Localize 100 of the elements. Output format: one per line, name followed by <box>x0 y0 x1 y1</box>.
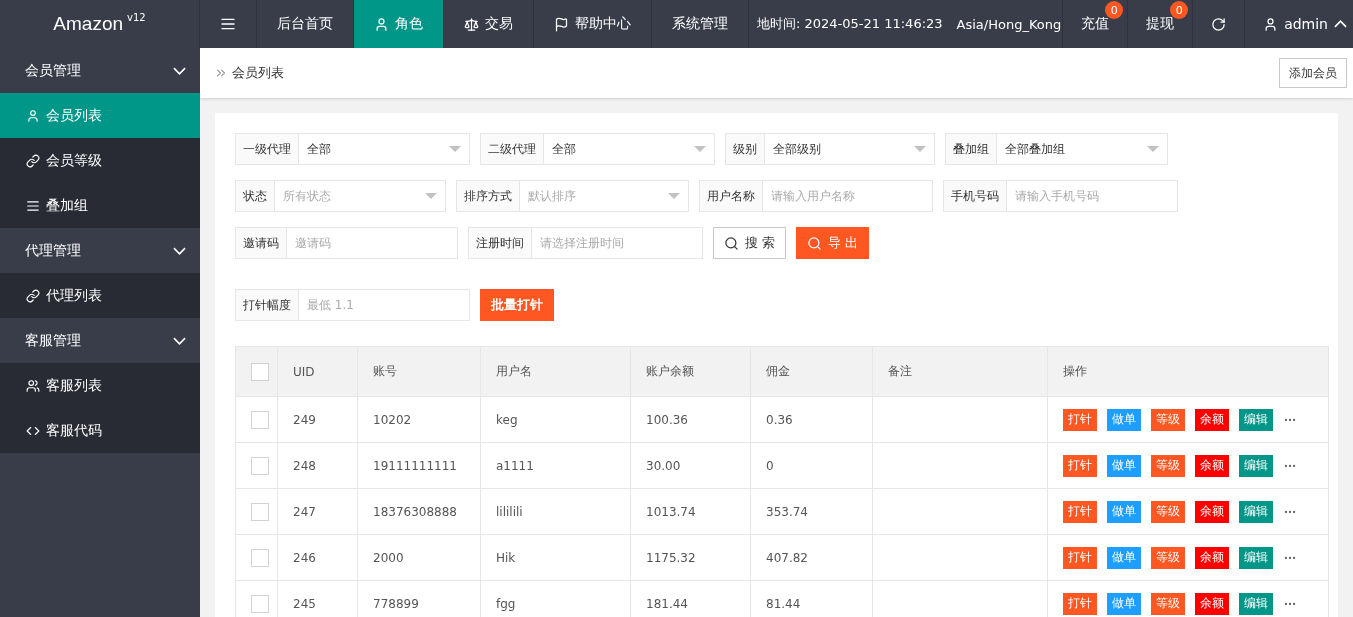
sidebar-item-icon <box>26 153 40 168</box>
version-label: v12 <box>127 12 146 23</box>
column-header: UID <box>277 346 358 397</box>
chevron-down-icon <box>173 336 186 345</box>
action-button[interactable]: 编辑 <box>1239 454 1273 477</box>
action-button[interactable]: 做单 <box>1107 592 1141 615</box>
action-button[interactable]: 余额 <box>1195 408 1229 431</box>
sidebar-item[interactable]: 叠加组 <box>0 183 200 228</box>
field-label: 一级代理 <box>236 134 299 164</box>
table-cell: 407.82 <box>750 534 873 581</box>
action-button[interactable]: 做单 <box>1107 454 1141 477</box>
filter-button[interactable]: 导 出 <box>796 227 870 259</box>
filter-button[interactable]: 搜 索 <box>713 227 787 259</box>
table-cell: 18376308888 <box>357 488 481 535</box>
table-cell: 1013.74 <box>630 488 751 535</box>
checkbox[interactable] <box>251 548 269 567</box>
field-label: 排序方式 <box>457 181 520 211</box>
table-cell: 10202 <box>357 396 481 443</box>
caret-icon <box>668 193 680 199</box>
select-field[interactable]: 全部 <box>544 134 714 164</box>
table-cell: 0 <box>750 442 873 489</box>
field-label: 手机号码 <box>944 181 1007 211</box>
action-button[interactable]: 打针 <box>1063 454 1097 477</box>
table-cell: a1111 <box>480 442 631 489</box>
select-field[interactable]: 默认排序 <box>520 181 688 211</box>
column-header: 操作 <box>1047 346 1329 397</box>
add-member-button[interactable]: 添加会员 <box>1279 58 1347 88</box>
action-button[interactable]: 编辑 <box>1239 500 1273 523</box>
sidebar-item[interactable]: 客服代码 <box>0 408 200 453</box>
action-button[interactable]: 编辑 <box>1239 546 1273 569</box>
column-header: 账户余额 <box>630 346 751 397</box>
chevron-up-icon <box>1334 20 1347 28</box>
filter-button[interactable]: 批量打针 <box>480 289 554 321</box>
sidebar-item[interactable]: 代理列表 <box>0 273 200 318</box>
action-button[interactable]: 打针 <box>1063 408 1097 431</box>
column-header: 佣金 <box>750 346 873 397</box>
input-field[interactable]: 用户名称 请输入用户名称 <box>699 180 933 212</box>
input-field[interactable]: 注册时间 请选择注册时间 <box>468 227 703 259</box>
table-cell: lililili <box>480 488 631 535</box>
input-field[interactable]: 邀请码 邀请码 <box>235 227 458 259</box>
table-cell: 246 <box>277 534 358 581</box>
select-field[interactable]: 全部叠加组 <box>997 134 1167 164</box>
user-icon <box>1263 16 1279 32</box>
action-button[interactable]: 打针 <box>1063 546 1097 569</box>
timezone: Asia/Hong_Kong <box>956 16 1062 32</box>
action-button[interactable]: 等级 <box>1151 408 1185 431</box>
input-field[interactable]: 手机号码 请输入手机号码 <box>943 180 1178 212</box>
table-cell: 247 <box>277 488 358 535</box>
select-field[interactable]: 全部 <box>299 134 469 164</box>
brand-name: Amazon <box>53 13 123 35</box>
action-button[interactable]: 打针 <box>1063 500 1097 523</box>
action-button[interactable]: 做单 <box>1107 500 1141 523</box>
table-cell: 1175.32 <box>630 534 751 581</box>
checkbox[interactable] <box>251 594 269 613</box>
caret-icon <box>425 193 437 199</box>
caret-icon <box>914 146 926 152</box>
sidebar-item[interactable]: 会员等级 <box>0 138 200 183</box>
field-label: 二级代理 <box>481 134 544 164</box>
table-cell: 100.36 <box>630 396 751 443</box>
chevron-down-icon <box>173 66 186 75</box>
action-button[interactable]: 打针 <box>1063 592 1097 615</box>
input-field[interactable]: 打针幅度 最低 1.1 <box>235 289 470 321</box>
menu-icon <box>220 16 236 32</box>
field-label: 用户名称 <box>700 181 763 211</box>
table-cell: 30.00 <box>630 442 751 489</box>
table-cell: 0.36 <box>750 396 873 443</box>
action-button[interactable]: 余额 <box>1195 454 1229 477</box>
table-cell: 19111111111 <box>357 442 481 489</box>
breadcrumb-icon <box>214 66 228 80</box>
action-button[interactable]: 余额 <box>1195 592 1229 615</box>
action-button[interactable]: 编辑 <box>1239 408 1273 431</box>
nav-tab[interactable]: 角色 <box>354 0 444 48</box>
sidebar-item[interactable]: 会员列表 <box>0 93 200 138</box>
action-button[interactable]: 做单 <box>1107 408 1141 431</box>
checkbox[interactable] <box>251 502 269 521</box>
caret-icon <box>694 146 706 152</box>
column-header: 备注 <box>872 346 1048 397</box>
column-header: 账号 <box>357 346 481 397</box>
action-button[interactable]: 等级 <box>1151 546 1185 569</box>
flag-icon <box>554 16 569 32</box>
checkbox[interactable] <box>251 410 269 429</box>
action-button[interactable]: 做单 <box>1107 546 1141 569</box>
user-icon <box>374 16 389 32</box>
select-field[interactable]: 所有状态 <box>275 181 445 211</box>
checkbox[interactable] <box>251 456 269 475</box>
checkbox[interactable] <box>251 362 269 381</box>
field-label: 状态 <box>236 181 275 211</box>
caret-icon <box>1147 146 1159 152</box>
select-field[interactable]: 全部级别 <box>765 134 934 164</box>
action-button[interactable]: 编辑 <box>1239 592 1273 615</box>
sidebar-item-icon <box>26 378 40 393</box>
action-button[interactable]: 余额 <box>1195 546 1229 569</box>
sidebar-item-icon <box>26 108 40 123</box>
sidebar-item[interactable]: 客服列表 <box>0 363 200 408</box>
action-button[interactable]: 等级 <box>1151 454 1185 477</box>
action-button[interactable]: 等级 <box>1151 500 1185 523</box>
action-button[interactable]: 等级 <box>1151 592 1185 615</box>
server-time: 地时间: 2024-05-21 11:46:23 <box>757 15 943 33</box>
action-button[interactable]: 余额 <box>1195 500 1229 523</box>
table-cell: 2000 <box>357 534 481 581</box>
